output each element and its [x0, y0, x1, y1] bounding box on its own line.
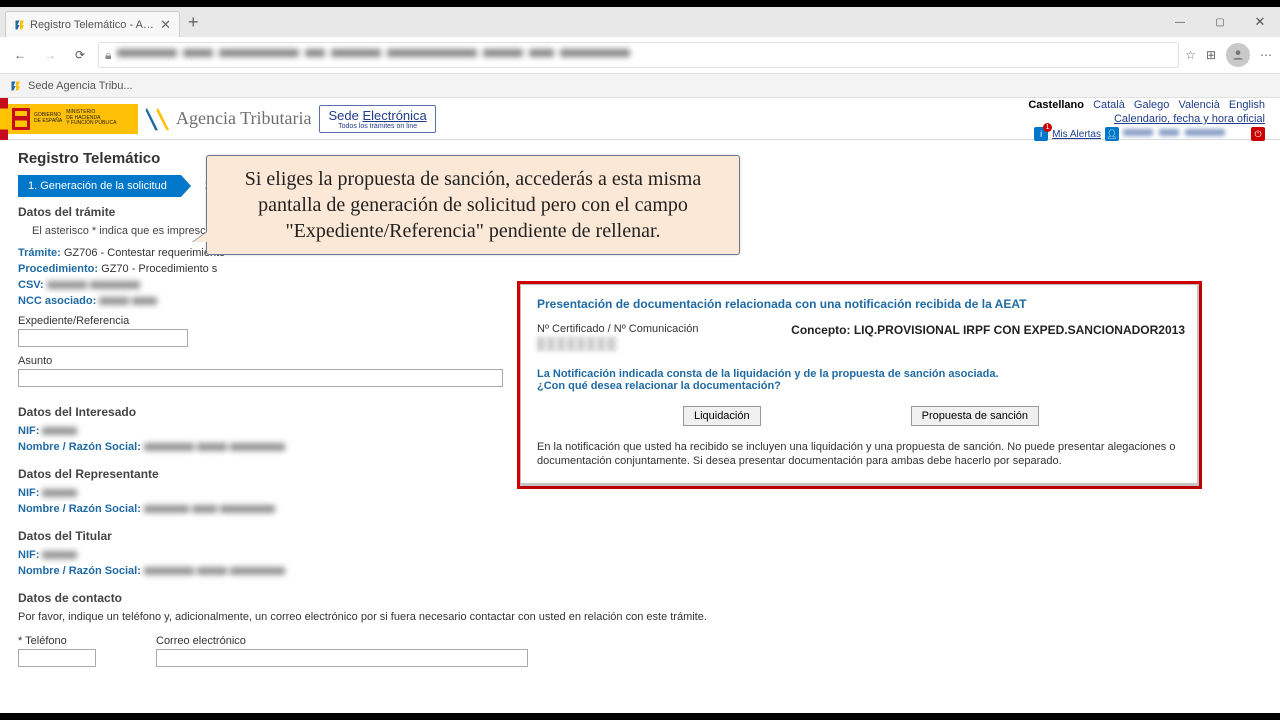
- popup-panel: Presentación de documentación relacionad…: [520, 284, 1199, 486]
- calendar-link[interactable]: Calendario, fecha y hora oficial: [1022, 113, 1265, 125]
- sede-box[interactable]: Sede Electrónica Todos los trámites on l…: [319, 105, 435, 133]
- maximize-button[interactable]: ▢: [1200, 7, 1240, 37]
- lang-catala[interactable]: Català: [1093, 99, 1125, 111]
- favorite-icon[interactable]: ☆: [1185, 48, 1196, 62]
- representante-nif: NIF:: [18, 487, 1262, 499]
- step-1[interactable]: 1. Generación de la solicitud: [18, 175, 181, 197]
- extensions-icon[interactable]: ⊞: [1206, 48, 1216, 62]
- tab-strip: Registro Telemático - Alta del A ✕ + — ▢…: [0, 7, 1280, 37]
- user-name-blurred: [1123, 129, 1243, 139]
- new-tab-button[interactable]: +: [188, 12, 199, 33]
- address-row: ← → ⟳ 🔒︎ ☆ ⊞ ⋯: [0, 37, 1280, 73]
- close-icon[interactable]: ✕: [160, 17, 171, 33]
- bookmark-favicon-icon: [10, 80, 22, 92]
- close-window-button[interactable]: ✕: [1240, 7, 1280, 37]
- shield-icon: [12, 108, 30, 130]
- alerts-link[interactable]: Mis Alertas: [1052, 129, 1101, 140]
- concepto: Concepto: LIQ.PROVISIONAL IRPF CON EXPED…: [791, 323, 1185, 337]
- lang-english[interactable]: English: [1229, 99, 1265, 111]
- logout-button[interactable]: ⏻: [1251, 127, 1265, 141]
- input-asunto[interactable]: [18, 369, 503, 387]
- input-expediente[interactable]: [18, 329, 188, 347]
- csv-value-blurred: [47, 280, 143, 290]
- label-telefono: * Teléfono: [18, 635, 96, 647]
- refresh-button[interactable]: ⟳: [68, 43, 92, 67]
- back-button[interactable]: ←: [8, 43, 32, 67]
- popup-buttons: Liquidación Propuesta de sanción: [537, 406, 1185, 426]
- lang-castellano[interactable]: Castellano: [1028, 99, 1084, 111]
- tab-title: Registro Telemático - Alta del A: [30, 19, 156, 31]
- gov-text-1: GOBIERNODE ESPAÑA: [34, 113, 62, 124]
- letterbox-top: [0, 0, 1280, 7]
- bookmarks-bar: Sede Agencia Tribu...: [0, 73, 1280, 97]
- ncc-value-blurred: [99, 296, 160, 306]
- callout-text: Si eliges la propuesta de sanción, acced…: [245, 168, 702, 242]
- tab-favicon-icon: [14, 19, 26, 31]
- agency-logo[interactable]: Agencia Tributaria: [144, 105, 311, 133]
- user-icon[interactable]: 👤︎: [1105, 127, 1119, 141]
- input-telefono[interactable]: [18, 649, 96, 667]
- tutorial-callout: Si eliges la propuesta de sanción, acced…: [206, 155, 740, 255]
- alerts-icon[interactable]: i: [1034, 127, 1048, 141]
- popup-message: La Notificación indicada consta de la li…: [537, 354, 1185, 392]
- address-bar[interactable]: 🔒︎: [98, 42, 1179, 68]
- header-right: Castellano Català Galego Valencià Englis…: [1022, 96, 1280, 141]
- sede-line2: Todos los trámites on line: [328, 123, 426, 130]
- titular-nif: NIF:: [18, 549, 1262, 561]
- agency-logo-icon: [144, 105, 172, 133]
- cert-label: Nº Certificado / Nº Comunicación: [537, 323, 698, 335]
- gov-logo: GOBIERNODE ESPAÑA MINISTERIODE HACIENDAY…: [8, 104, 138, 134]
- propuesta-sancion-button[interactable]: Propuesta de sanción: [911, 406, 1039, 426]
- lang-galego[interactable]: Galego: [1134, 99, 1169, 111]
- label-correo: Correo electrónico: [156, 635, 528, 647]
- contacto-row: * Teléfono Correo electrónico: [18, 631, 1262, 667]
- spain-flag-strip: [0, 98, 8, 140]
- window-controls: — ▢ ✕: [1160, 7, 1280, 37]
- browser-tab[interactable]: Registro Telemático - Alta del A ✕: [5, 11, 180, 37]
- bookmark-item[interactable]: Sede Agencia Tribu...: [28, 80, 133, 92]
- contacto-note: Por favor, indique un teléfono y, adicio…: [18, 611, 1262, 623]
- titular-nombre: Nombre / Razón Social:: [18, 565, 1262, 577]
- site-header: GOBIERNODE ESPAÑA MINISTERIODE HACIENDAY…: [0, 98, 1280, 140]
- liquidacion-button[interactable]: Liquidación: [683, 406, 761, 426]
- lock-icon: 🔒︎: [105, 48, 111, 63]
- popup-footer: En la notificación que usted ha recibido…: [537, 440, 1185, 469]
- input-correo[interactable]: [156, 649, 528, 667]
- browser-chrome: Registro Telemático - Alta del A ✕ + — ▢…: [0, 7, 1280, 98]
- lang-valencia[interactable]: Valencià: [1178, 99, 1219, 111]
- forward-button: →: [38, 43, 62, 67]
- cert-value-blurred: [537, 337, 617, 351]
- agency-name: Agencia Tributaria: [176, 108, 311, 129]
- gov-text-2: MINISTERIODE HACIENDAY FUNCIÓN PÚBLICA: [66, 110, 116, 127]
- section-contacto: Datos de contacto: [18, 591, 1262, 605]
- menu-icon[interactable]: ⋯: [1260, 48, 1272, 62]
- language-selector: Castellano Català Galego Valencià Englis…: [1022, 99, 1265, 111]
- url-blurred: [117, 49, 1172, 61]
- sede-line1: Sede Electrónica: [328, 108, 426, 123]
- letterbox-bottom: [0, 713, 1280, 720]
- section-titular: Datos del Titular: [18, 529, 1262, 543]
- profile-icon[interactable]: [1226, 43, 1250, 67]
- representante-nombre: Nombre / Razón Social:: [18, 503, 1262, 515]
- logo-block: GOBIERNODE ESPAÑA MINISTERIODE HACIENDAY…: [8, 98, 436, 140]
- user-row: i Mis Alertas 👤︎ ⏻: [1022, 127, 1265, 141]
- popup-highlight: Presentación de documentación relacionad…: [517, 281, 1202, 489]
- minimize-button[interactable]: —: [1160, 7, 1200, 37]
- field-procedimiento: Procedimiento: GZ70 - Procedimiento s: [18, 263, 1262, 275]
- popup-heading: Presentación de documentación relacionad…: [537, 297, 1185, 311]
- browser-actions: ☆ ⊞ ⋯: [1185, 43, 1272, 67]
